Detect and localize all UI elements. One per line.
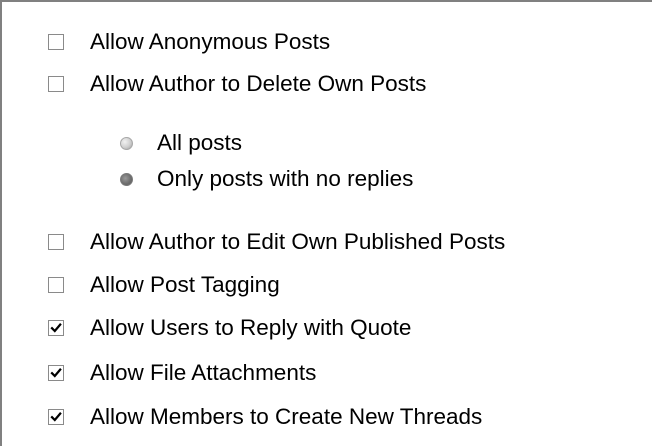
allow-reply-with-quote-checkbox[interactable] [48, 320, 64, 336]
checkmark-icon [50, 323, 62, 333]
allow-file-attachments-option[interactable]: Allow File Attachments [48, 358, 316, 388]
allow-post-tagging-label: Allow Post Tagging [90, 271, 280, 297]
checkmark-icon [50, 412, 62, 422]
allow-reply-with-quote-label: Allow Users to Reply with Quote [90, 314, 412, 340]
allow-author-edit-label: Allow Author to Edit Own Published Posts [90, 228, 506, 254]
allow-file-attachments-checkbox[interactable] [48, 365, 64, 381]
allow-author-delete-label: Allow Author to Delete Own Posts [90, 70, 427, 96]
delete-scope-no-replies-radio[interactable] [120, 172, 133, 186]
allow-author-delete-checkbox[interactable] [48, 76, 64, 92]
allow-create-threads-option[interactable]: Allow Members to Create New Threads [48, 402, 482, 432]
delete-scope-all-posts-radio[interactable] [120, 136, 133, 150]
allow-author-edit-option[interactable]: Allow Author to Edit Own Published Posts [48, 227, 505, 257]
delete-scope-no-replies-label: Only posts with no replies [157, 165, 414, 191]
allow-author-delete-option[interactable]: Allow Author to Delete Own Posts [48, 69, 426, 99]
delete-scope-no-replies-option[interactable]: Only posts with no replies [120, 166, 413, 192]
allow-anonymous-posts-option[interactable]: Allow Anonymous Posts [48, 27, 330, 57]
allow-author-edit-checkbox[interactable] [48, 234, 64, 250]
allow-create-threads-label: Allow Members to Create New Threads [90, 403, 483, 429]
allow-reply-with-quote-option[interactable]: Allow Users to Reply with Quote [48, 313, 411, 343]
delete-scope-all-posts-option[interactable]: All posts [120, 130, 242, 156]
allow-post-tagging-option[interactable]: Allow Post Tagging [48, 270, 280, 300]
delete-scope-all-posts-label: All posts [157, 129, 243, 155]
allow-post-tagging-checkbox[interactable] [48, 277, 64, 293]
checkmark-icon [50, 368, 62, 378]
allow-create-threads-checkbox[interactable] [48, 409, 64, 425]
settings-panel: Allow Anonymous Posts Allow Author to De… [0, 0, 652, 446]
allow-anonymous-posts-checkbox[interactable] [48, 34, 64, 50]
allow-file-attachments-label: Allow File Attachments [90, 359, 317, 385]
allow-anonymous-posts-label: Allow Anonymous Posts [90, 28, 331, 54]
